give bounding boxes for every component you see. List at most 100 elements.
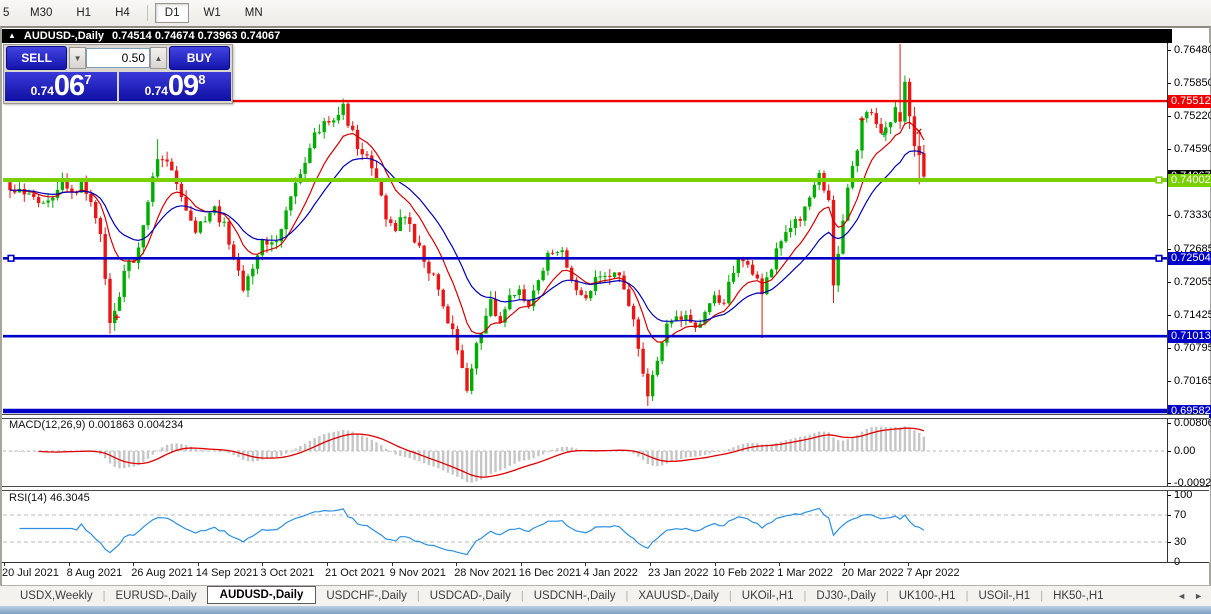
timeframe-w1[interactable]: W1 <box>193 3 230 23</box>
date-axis[interactable]: 20 Jul 20218 Aug 202126 Aug 202114 Sep 2… <box>3 563 1167 584</box>
hline-price-badge: 0.71013 <box>1168 330 1211 343</box>
axis-tick <box>1168 282 1171 283</box>
price-axis[interactable]: 0.764800.758500.752200.745900.733300.726… <box>1167 43 1210 562</box>
volume-input[interactable] <box>86 48 150 68</box>
date-tick <box>327 563 328 566</box>
date-tick <box>521 563 522 566</box>
tab-usdcad-daily[interactable]: USDCAD-,Daily <box>420 588 521 604</box>
price-axis-label: 0.75220 <box>1174 110 1211 122</box>
timeframe-h4[interactable]: H4 <box>105 3 140 23</box>
axis-tick <box>1168 381 1171 382</box>
date-tick <box>392 563 393 566</box>
trade-panel-prices: 0.74 06 7 0.74 09 8 <box>4 71 232 102</box>
date-axis-label: 28 Nov 2021 <box>454 567 516 579</box>
rsi-axis-label: 30 <box>1174 536 1186 548</box>
macd-label: MACD(12,26,9) 0.001863 0.004234 <box>9 419 183 431</box>
timeframe-toolbar: 5M30H1H4 D1W1MN <box>0 0 1211 27</box>
one-click-trade-panel: SELL ▼ ▲ BUY 0.74 06 7 0.74 09 8 <box>3 44 233 104</box>
tab-scroll-left-icon[interactable]: ◄ <box>1177 591 1186 601</box>
price-axis-label: 0.73330 <box>1174 209 1211 221</box>
line-handle[interactable] <box>1156 177 1162 183</box>
timeframe-m30[interactable]: M30 <box>20 3 62 23</box>
date-tick <box>779 563 780 566</box>
date-tick <box>4 563 5 566</box>
sell-price-display[interactable]: 0.74 06 7 <box>5 72 117 101</box>
sell-button[interactable]: SELL <box>6 46 67 70</box>
rsi-axis-label: 70 <box>1174 509 1186 521</box>
date-axis-label: 16 Dec 2021 <box>519 567 581 579</box>
line-handle[interactable] <box>8 256 14 262</box>
tab-ukoil-h1[interactable]: UKOil-,H1 <box>732 588 804 604</box>
date-tick <box>844 563 845 566</box>
sell-price-small: 0.74 <box>31 82 54 100</box>
date-tick <box>133 563 134 566</box>
date-axis-label: 9 Nov 2021 <box>390 567 446 579</box>
date-axis-label: 1 Mar 2022 <box>777 567 833 579</box>
date-axis-label: 26 Aug 2021 <box>131 567 193 579</box>
bottom-strip <box>0 606 1211 614</box>
axis-tick <box>1168 83 1171 84</box>
volume-increase-button[interactable]: ▲ <box>150 47 167 69</box>
pane-splitter[interactable] <box>2 486 1209 491</box>
price-axis-label: 0.70795 <box>1174 342 1211 354</box>
tab-eurusd-daily[interactable]: EURUSD-,Daily <box>106 588 207 604</box>
tab-usdchf-daily[interactable]: USDCHF-,Daily <box>316 588 417 604</box>
volume-decrease-button[interactable]: ▼ <box>69 47 86 69</box>
buy-price-display[interactable]: 0.74 09 8 <box>119 72 231 101</box>
time-axis-line <box>2 562 1209 563</box>
date-axis-label: 7 Apr 2022 <box>906 567 959 579</box>
toolbar-separator <box>147 5 148 21</box>
pane-splitter[interactable] <box>2 414 1209 419</box>
tab-xauusd-daily[interactable]: XAUUSD-,Daily <box>628 588 729 604</box>
tab-usdx-weekly[interactable]: USDX,Weekly <box>10 588 103 604</box>
axis-tick <box>1168 249 1171 250</box>
tab-hk50-h1[interactable]: HK50-,H1 <box>1043 588 1114 604</box>
timeframe-d1[interactable]: D1 <box>155 3 190 23</box>
axis-tick <box>1168 149 1171 150</box>
date-axis-label: 20 Mar 2022 <box>842 567 904 579</box>
timeframe-h1[interactable]: H1 <box>66 3 101 23</box>
buy-price-big: 09 <box>168 73 198 100</box>
tab-dj30-daily[interactable]: DJ30-,Daily <box>806 588 885 604</box>
sell-price-sup: 7 <box>84 74 91 86</box>
date-tick <box>650 563 651 566</box>
axis-tick <box>1168 495 1171 496</box>
tab-scroll-right-icon[interactable]: ► <box>1194 591 1203 601</box>
date-tick <box>456 563 457 566</box>
timeframe-5[interactable]: 5 <box>0 3 16 23</box>
buy-price-small: 0.74 <box>145 82 168 100</box>
price-axis-label: 0.75850 <box>1174 77 1211 89</box>
trade-marker-icon: × <box>916 126 922 138</box>
axis-tick <box>1168 116 1171 117</box>
hline-price-badge: 0.74002 <box>1168 174 1211 187</box>
rsi-label: RSI(14) 46.3045 <box>9 492 90 504</box>
chart-title: AUDUSD-,Daily <box>24 30 104 42</box>
tab-uk100-h1[interactable]: UK100-,H1 <box>889 588 966 604</box>
hline-price-badge: 0.72504 <box>1168 252 1211 265</box>
axis-tick <box>1168 215 1171 216</box>
bottom-tabbar: USDX,Weekly|EURUSD-,DailyAUDUSD-,DailyUS… <box>0 585 1211 606</box>
date-axis-label: 3 Oct 2021 <box>260 567 314 579</box>
date-axis-label: 8 Aug 2021 <box>67 567 123 579</box>
trade-marker-icon: + <box>859 114 865 126</box>
price-axis-label: 0.72055 <box>1174 276 1211 288</box>
axis-tick <box>1168 423 1171 424</box>
axis-tick <box>1168 451 1171 452</box>
trade-marker-icon: + <box>114 312 120 324</box>
collapse-chart-icon[interactable]: ▲ <box>8 29 16 43</box>
tab-usoil-h1[interactable]: USOil-,H1 <box>968 588 1040 604</box>
date-axis-label: 14 Sep 2021 <box>196 567 258 579</box>
tab-usdcnh-daily[interactable]: USDCNH-,Daily <box>524 588 626 604</box>
axis-tick <box>1168 50 1171 51</box>
tab-audusd-daily[interactable]: AUDUSD-,Daily <box>207 586 317 604</box>
price-axis-label: 0.71425 <box>1174 309 1211 321</box>
timeframe-mn[interactable]: MN <box>235 3 273 23</box>
date-tick <box>262 563 263 566</box>
axis-tick <box>1168 315 1171 316</box>
price-axis-label: 0.74590 <box>1174 143 1211 155</box>
trade-panel-controls: SELL ▼ ▲ BUY <box>4 45 232 71</box>
line-handle[interactable] <box>1156 256 1162 262</box>
sell-price-big: 06 <box>54 73 84 100</box>
chart-titlebar: ▲ AUDUSD-,Daily 0.74514 0.74674 0.73963 … <box>2 29 1172 43</box>
buy-button[interactable]: BUY <box>169 46 230 70</box>
